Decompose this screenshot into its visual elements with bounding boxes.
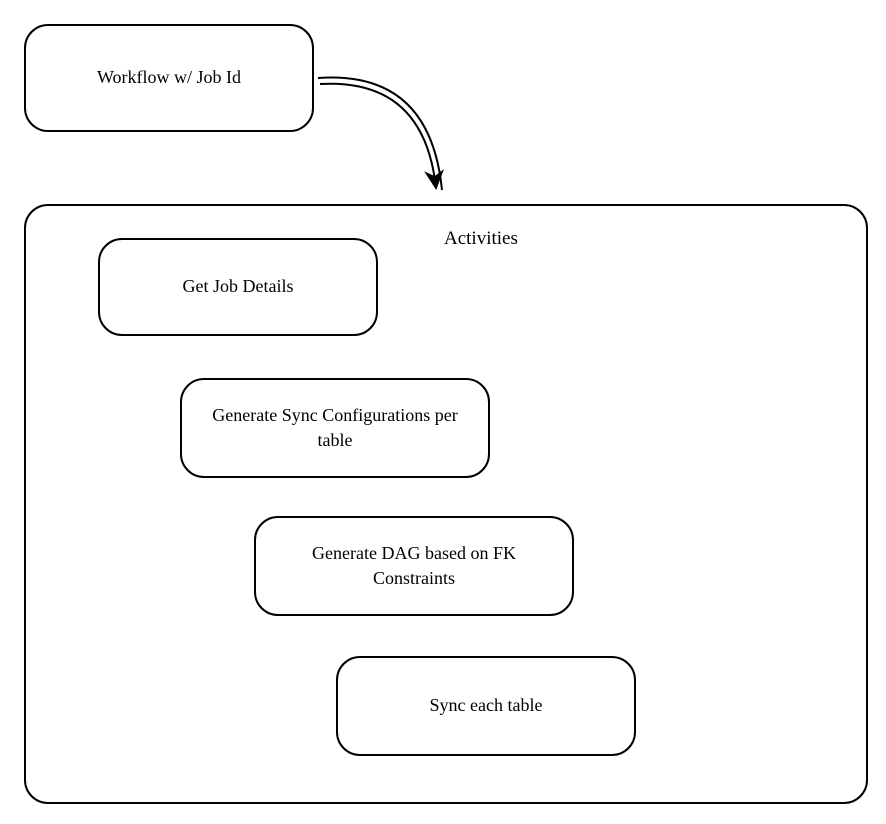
activity-label: Sync each table <box>430 693 543 718</box>
activity-node-generate-dag: Generate DAG based on FK Constraints <box>254 516 574 616</box>
activity-node-sync-each-table: Sync each table <box>336 656 636 756</box>
activities-container-label: Activities <box>444 228 518 250</box>
arrow-workflow-to-activities <box>310 70 490 210</box>
activity-node-generate-sync-configs: Generate Sync Configurations per table <box>180 378 490 478</box>
workflow-node-label: Workflow w/ Job Id <box>97 65 241 90</box>
activity-node-get-job-details: Get Job Details <box>98 238 378 336</box>
activity-label: Generate DAG based on FK Constraints <box>276 541 552 591</box>
workflow-node: Workflow w/ Job Id <box>24 24 314 132</box>
activity-label: Get Job Details <box>183 274 294 299</box>
activity-label: Generate Sync Configurations per table <box>202 403 468 453</box>
